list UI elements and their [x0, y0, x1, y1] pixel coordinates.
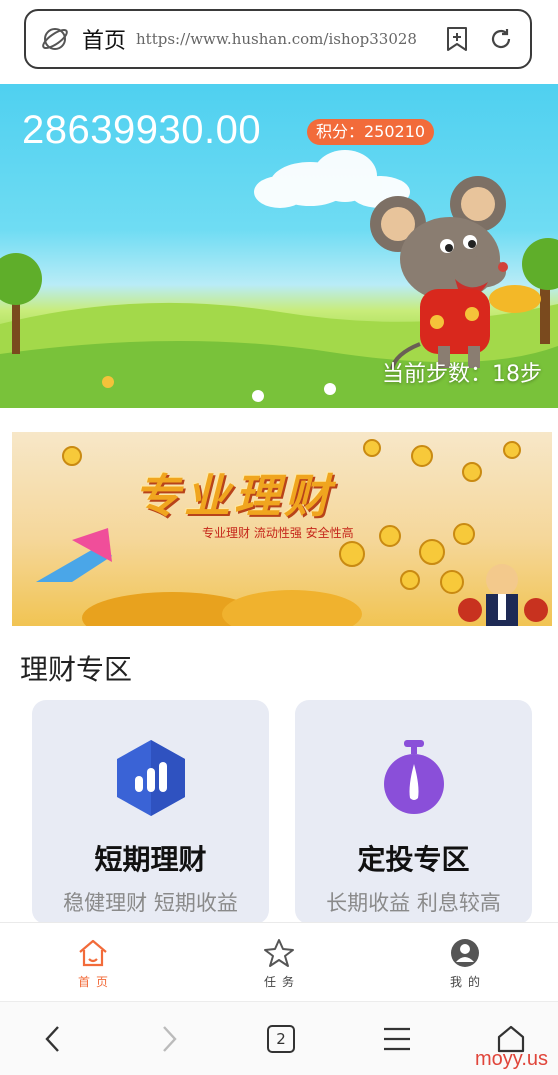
menu-icon[interactable]	[380, 1022, 414, 1056]
url-field[interactable]: 首页 https://www.hushan.com/ishop33028	[24, 9, 532, 69]
step-count: 当前步数：18步	[382, 362, 542, 387]
banner-subtitle: 专业理财 流动性强 安全性高	[202, 526, 354, 540]
card-name: 定投专区	[357, 843, 470, 876]
tab-home[interactable]: 首页	[0, 923, 186, 1000]
browser-address-bar: 首页 https://www.hushan.com/ishop33028	[0, 0, 558, 84]
tab-profile[interactable]: 我的	[372, 923, 558, 1000]
stopwatch-icon	[383, 740, 444, 814]
card-description: 长期收益 利息较高	[326, 891, 501, 915]
chart-hexagon-icon	[116, 740, 185, 816]
planet-icon	[42, 28, 68, 50]
tab-label: 首页	[77, 975, 114, 989]
section-title: 理财专区	[20, 653, 133, 686]
refresh-icon[interactable]	[486, 24, 516, 54]
card-name: 短期理财	[94, 843, 207, 876]
home-icon	[79, 939, 107, 967]
account-balance: 28639930.00	[22, 108, 262, 152]
tab-count: 2	[276, 1030, 286, 1048]
tab-label: 我的	[449, 975, 486, 989]
app-tab-bar: 首页 任务 我的	[0, 922, 558, 1000]
tabs-button[interactable]: 2	[264, 1022, 298, 1056]
banner-title: 专业理财	[134, 469, 334, 523]
bookmark-add-icon[interactable]	[442, 24, 472, 54]
tab-label: 任务	[263, 975, 300, 989]
star-icon	[264, 939, 294, 967]
user-icon	[451, 939, 479, 967]
points-badge: 积分：250210	[307, 119, 435, 145]
url-text[interactable]: https://www.hushan.com/ishop33028	[136, 30, 428, 48]
watermark: moyy.us	[475, 1048, 548, 1070]
promo-banner[interactable]: 专业理财 专业理财 流动性强 安全性高	[12, 432, 552, 626]
short-term-finance-card[interactable]: 短期理财 稳健理财 短期收益	[32, 700, 269, 924]
forward-icon[interactable]	[152, 1022, 186, 1056]
fixed-investment-card[interactable]: 定投专区 长期收益 利息较高	[295, 700, 532, 924]
back-icon[interactable]	[36, 1022, 70, 1056]
card-description: 稳健理财 短期收益	[63, 891, 238, 915]
account-hero: 28639930.00 积分：250210 当前步数：18步	[0, 84, 558, 408]
page-title: 首页	[82, 29, 127, 54]
tab-tasks[interactable]: 任务	[186, 923, 372, 1000]
